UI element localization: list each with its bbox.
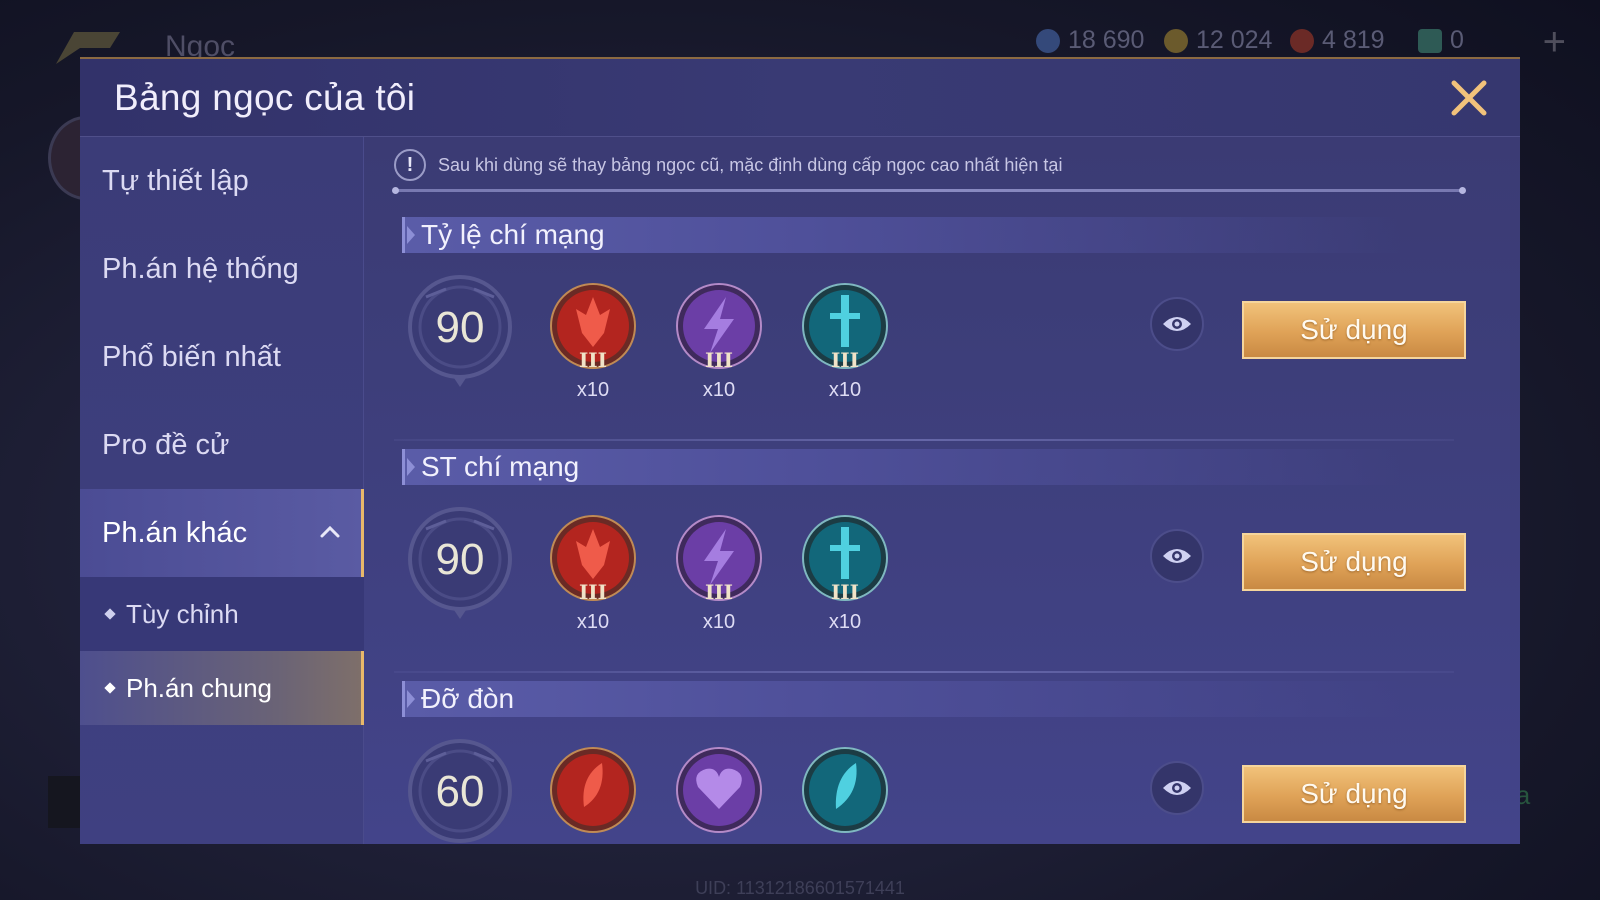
gem-level-badge: 90 (406, 275, 514, 387)
gem-tier-label: III (579, 580, 607, 601)
section-marker-icon (407, 458, 415, 476)
sidebar-item-label: Tự thiết lập (102, 164, 249, 197)
section-title: Đỡ đòn (421, 683, 515, 714)
teal-sword-gem-icon: III (802, 283, 888, 369)
gem-count: x10 (828, 379, 862, 401)
preview-button[interactable] (1150, 297, 1204, 351)
sidebar-item-label: Ph.án khác (102, 516, 248, 549)
currency-red-crystal: 4 819 (1290, 26, 1385, 55)
modal-header: Bảng ngọc của tôi (80, 59, 1520, 137)
gem-tier-label: III (579, 348, 607, 369)
red-leaf-gem-icon (550, 747, 636, 833)
exclamation-icon: ! (394, 149, 426, 181)
my-gem-board-modal: Bảng ngọc của tôi Tự thiết lập Ph.án hệ … (80, 57, 1520, 844)
teal-sword-gem-icon: III (802, 515, 888, 601)
gem-count: x10 (828, 611, 862, 633)
purple-lightning-gem-icon: III (676, 515, 762, 601)
preview-button[interactable] (1150, 529, 1204, 583)
sidebar: Tự thiết lập Ph.án hệ thống Phổ biến nhấ… (80, 137, 364, 844)
red-crystal-icon (1290, 28, 1314, 53)
sidebar-item-most-popular[interactable]: Phổ biến nhất (80, 313, 364, 401)
eye-icon (1163, 317, 1191, 331)
section-header: Đỡ đòn (402, 681, 1402, 717)
sidebar-subitem-custom[interactable]: Tùy chỉnh (80, 577, 364, 651)
currency-green-voucher: 0 (1418, 26, 1464, 55)
gem-level-value: 90 (435, 303, 485, 352)
use-button[interactable]: Sử dụng (1242, 533, 1466, 591)
sidebar-item-custom-setup[interactable]: Tự thiết lập (80, 137, 364, 225)
gem-count: x10 (702, 611, 736, 633)
sidebar-submenu: Tùy chỉnh Ph.án chung (80, 577, 364, 725)
close-button[interactable] (1448, 77, 1490, 119)
notice-bar: ! Sau khi dùng sẽ thay bảng ngọc cũ, mặc… (394, 145, 1464, 185)
green-voucher-icon (1418, 28, 1442, 53)
add-currency-icon: + (1542, 20, 1566, 64)
section-marker-icon (407, 226, 415, 244)
plan-section-crit-rate: Tỷ lệ chí mạng 90 III x10 III x10 III x1… (364, 209, 1520, 441)
blue-gem-icon (1036, 28, 1060, 53)
gem-tier-label: III (705, 580, 733, 601)
uid-label: UID: 11312186601571441 (695, 878, 905, 898)
use-button[interactable]: Sử dụng (1242, 301, 1466, 359)
teal-leaf-gem-icon (802, 747, 888, 833)
background-strip (48, 776, 82, 828)
section-title: Tỷ lệ chí mạng (421, 219, 605, 250)
red-crit-gem-icon: III (550, 515, 636, 601)
sidebar-item-label: Phổ biến nhất (102, 340, 281, 373)
eye-icon (1163, 549, 1191, 563)
gem-count: x10 (576, 379, 610, 401)
close-icon (1451, 80, 1487, 116)
sidebar-item-other-plans[interactable]: Ph.án khác (80, 489, 364, 577)
purple-heart-gem-icon (676, 747, 762, 833)
gem-level-value: 60 (435, 767, 485, 816)
gem-tier-label: III (831, 580, 859, 601)
section-marker-icon (407, 690, 415, 708)
chevron-up-icon (320, 525, 340, 538)
purple-lightning-gem-icon: III (676, 283, 762, 369)
gold-coin-icon (1164, 28, 1188, 53)
notice-text: Sau khi dùng sẽ thay bảng ngọc cũ, mặc đ… (438, 154, 1063, 175)
gem-count: x10 (702, 379, 736, 401)
red-crit-gem-icon: III (550, 283, 636, 369)
gem-tier-label: III (831, 348, 859, 369)
use-button[interactable]: Sử dụng (1242, 765, 1466, 823)
sidebar-item-label: Pro đề cử (102, 428, 230, 461)
preview-button[interactable] (1150, 761, 1204, 815)
currency-blue-gem: 18 690 (1036, 26, 1144, 55)
sidebar-item-pro-recommended[interactable]: Pro đề cử (80, 401, 364, 489)
modal-title: Bảng ngọc của tôi (114, 77, 416, 118)
gem-count: x10 (576, 611, 610, 633)
gem-level-value: 90 (435, 535, 485, 584)
bullet-icon (104, 608, 116, 620)
plan-section-tank: Đỡ đòn 60 Sử dụng (364, 673, 1520, 844)
sidebar-subitem-label: Ph.án chung (126, 672, 273, 703)
gem-level-badge: 90 (406, 507, 514, 619)
section-header: Tỷ lệ chí mạng (402, 217, 1402, 253)
plan-section-crit-damage: ST chí mạng 90 III x10 III x10 III x10 S… (364, 441, 1520, 673)
sidebar-subitem-common-plan[interactable]: Ph.án chung (80, 651, 364, 725)
currency-gold-coin: 12 024 (1164, 26, 1272, 55)
eye-icon (1163, 781, 1191, 795)
section-header: ST chí mạng (402, 449, 1402, 485)
sidebar-item-label: Ph.án hệ thống (102, 252, 299, 285)
notice-divider (392, 187, 1466, 194)
sidebar-item-system-plan[interactable]: Ph.án hệ thống (80, 225, 364, 313)
plan-list[interactable]: ! Sau khi dùng sẽ thay bảng ngọc cũ, mặc… (364, 137, 1520, 844)
bullet-icon (104, 682, 116, 694)
gem-tier-label: III (705, 348, 733, 369)
sidebar-subitem-label: Tùy chỉnh (126, 598, 239, 629)
gem-level-badge: 60 (406, 739, 514, 844)
section-title: ST chí mạng (421, 451, 580, 482)
